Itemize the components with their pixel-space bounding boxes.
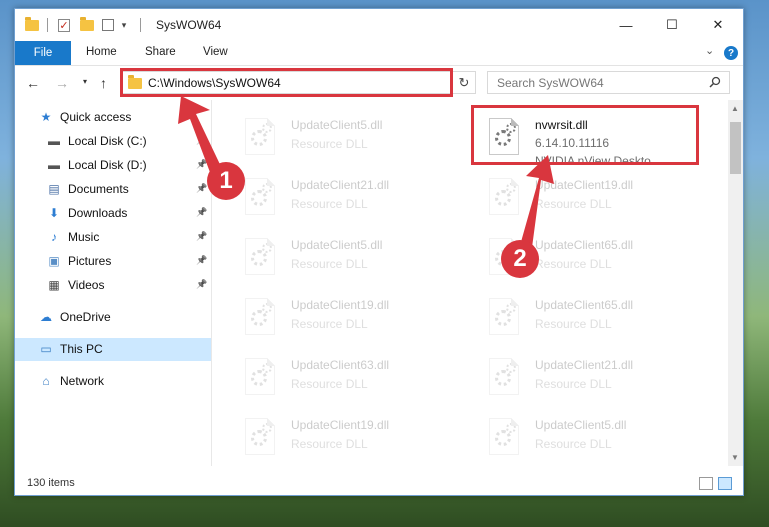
- step-1-badge: 1: [207, 162, 245, 200]
- annotation-arrows: [178, 96, 554, 255]
- step-2-badge: 2: [501, 240, 539, 278]
